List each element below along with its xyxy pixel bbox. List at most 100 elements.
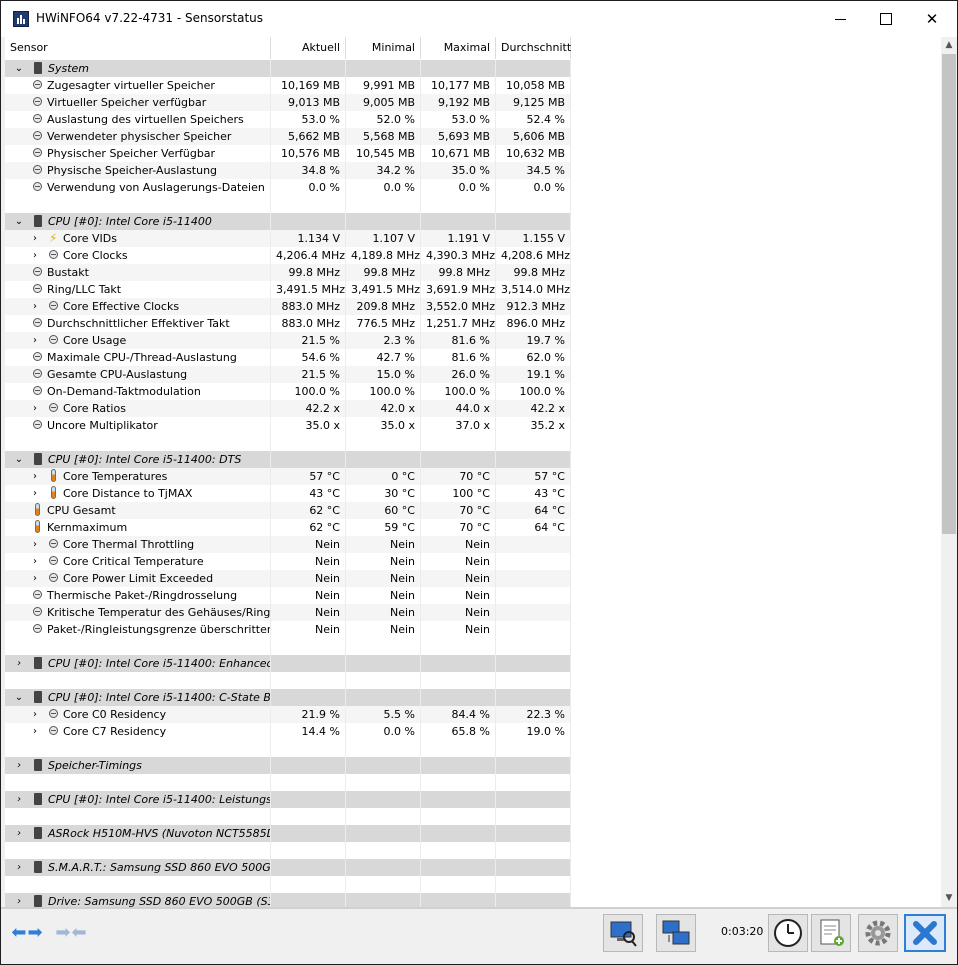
sensor-group-row[interactable]: › CPU [#0]: Intel Core i5-11400: Leistung… [5,791,941,808]
column-header-average[interactable]: Durchschnitt [496,37,571,59]
nav-collapse-button[interactable]: ➡ ⬅ [51,914,91,952]
chevron-right-icon[interactable]: › [29,299,41,314]
sensor-row[interactable]: Thermische Paket-/Ringdrosselung Nein Nein… [5,587,941,604]
sensor-row[interactable]: › Core Usage 21.5 % 2.3 % 81.6 % 19.7 % [5,332,941,349]
sensor-row[interactable]: Verwendung von Auslagerungs-Dateien 0.0 %… [5,179,941,196]
sensor-row[interactable]: › Core Temperatures 57 °C 0 °C 70 °C 57 °C [5,468,941,485]
chevron-right-icon[interactable]: › [13,860,25,875]
vertical-scrollbar[interactable]: ▲ ▼ [941,37,957,907]
chevron-right-icon[interactable]: › [29,554,41,569]
add-report-button[interactable] [811,914,851,952]
chevron-right-icon[interactable]: › [29,333,41,348]
sensor-row[interactable]: › Core Effective Clocks 883.0 MHz 209.8 MHz… [5,298,941,315]
sensor-row[interactable]: Physischer Speicher Verfügbar 10,576 MB 10… [5,145,941,162]
nav-expand-button[interactable]: ⬅ ➡ [7,914,47,952]
sensor-row[interactable]: › Core C7 Residency 14.4 % 0.0 % 65.8 % 19.0 … [5,723,941,740]
sensor-row[interactable]: Paket-/Ringleistungsgrenze überschritten… [5,621,941,638]
value-average: 35.2 x [496,417,571,434]
close-sensors-button[interactable] [904,914,946,952]
sensor-row[interactable]: Gesamte CPU-Auslastung 21.5 % 15.0 % 26.0 %… [5,366,941,383]
scrollbar-thumb[interactable] [942,54,956,534]
hwinfo-app-icon[interactable] [13,11,29,27]
sensor-group-row[interactable]: › ASRock H510M-HVS (Nuvoton NCT5585D) [5,825,941,842]
sensor-row[interactable]: › Core Power Limit Exceeded Nein Nein Nein [5,570,941,587]
chevron-right-icon[interactable]: › [29,707,41,722]
sensor-row[interactable]: Kritische Temperatur des Gehäuses/Rings N… [5,604,941,621]
chevron-right-icon[interactable]: › [13,826,25,841]
scroll-down-arrow-icon[interactable]: ▼ [941,890,957,907]
sensor-row[interactable]: Durchschnittlicher Effektiver Takt 883.0 … [5,315,941,332]
sensor-group-row[interactable]: ⌄ CPU [#0]: Intel Core i5-11400 [5,213,941,230]
network-share-button[interactable] [656,914,696,952]
minimize-button[interactable] [817,1,863,37]
sensor-name-cell: Durchschnittlicher Effektiver Takt [5,315,271,332]
sensor-group-row[interactable]: › S.M.A.R.T.: Samsung SSD 860 EVO 500GB .… [5,859,941,876]
sensor-group-row[interactable]: ⌄ CPU [#0]: Intel Core i5-11400: C-State … [5,689,941,706]
value-minimum: Nein [346,587,421,604]
sensor-row[interactable]: Zugesagter virtueller Speicher 10,169 MB 9… [5,77,941,94]
sensor-row[interactable]: Kernmaximum 62 °C 59 °C 70 °C 64 °C [5,519,941,536]
value-minimum [346,791,421,808]
chevron-right-icon[interactable]: › [29,469,41,484]
chip-icon [34,827,42,839]
value-average: 52.4 % [496,111,571,128]
sensor-list[interactable]: Sensor Aktuell Minimal Maximal Durchschn… [5,37,941,907]
sensor-group-row[interactable]: ⌄ CPU [#0]: Intel Core i5-11400: DTS [5,451,941,468]
sensor-group-row[interactable]: › Speicher-Timings [5,757,941,774]
value-maximum [421,740,496,757]
chevron-right-icon[interactable]: › [29,537,41,552]
sensor-row[interactable]: Ring/LLC Takt 3,491.5 MHz 3,491.5 MHz 3,691… [5,281,941,298]
value-maximum: 70 °C [421,519,496,536]
chevron-right-icon[interactable]: › [29,401,41,416]
sensor-icon [33,80,42,89]
close-button[interactable]: ✕ [909,1,955,37]
value-average: 19.0 % [496,723,571,740]
sensor-row[interactable]: › Core Distance to TjMAX 43 °C 30 °C 100 °C 4… [5,485,941,502]
sensor-row[interactable]: Physische Speicher-Auslastung 34.8 % 34.2 … [5,162,941,179]
chevron-right-icon[interactable]: › [13,656,25,671]
sensor-row[interactable]: On-Demand-Taktmodulation 100.0 % 100.0 % 10… [5,383,941,400]
sensor-group-row[interactable]: ⌄ System [5,60,941,77]
value-maximum [421,655,496,672]
sensor-row[interactable]: › Core C0 Residency 21.9 % 5.5 % 84.4 % 22.3 … [5,706,941,723]
value-current: 21.5 % [271,332,346,349]
maximize-button[interactable] [863,1,909,37]
sensor-row[interactable]: Virtueller Speicher verfügbar 9,013 MB 9,0… [5,94,941,111]
sensor-row[interactable]: Bustakt 99.8 MHz 99.8 MHz 99.8 MHz 99.8 MHz [5,264,941,281]
sensor-row[interactable]: Maximale CPU-/Thread-Auslastung 54.6 % 42.… [5,349,941,366]
chevron-right-icon[interactable]: › [29,724,41,739]
column-header-maximum[interactable]: Maximal [421,37,496,59]
column-header-minimum[interactable]: Minimal [346,37,421,59]
chevron-right-icon[interactable]: › [13,792,25,807]
chevron-right-icon[interactable]: › [29,486,41,501]
sensor-row[interactable]: Auslastung des virtuellen Speichers 53.0 … [5,111,941,128]
sensor-name-cell: ⌄ CPU [#0]: Intel Core i5-11400 [5,213,271,230]
chevron-down-icon[interactable]: ⌄ [13,452,25,467]
sensor-row[interactable]: Verwendeter physischer Speicher 5,662 MB 5… [5,128,941,145]
sensor-row[interactable]: Uncore Multiplikator 35.0 x 35.0 x 37.0 x 35… [5,417,941,434]
column-header-sensor[interactable]: Sensor [5,37,271,59]
sensor-label: Verwendeter physischer Speicher [47,130,232,143]
scroll-up-arrow-icon[interactable]: ▲ [941,37,957,54]
chevron-right-icon[interactable]: › [29,571,41,586]
sensor-group-row[interactable]: › CPU [#0]: Intel Core i5-11400: Enhanced [5,655,941,672]
sensor-row[interactable]: › Core Critical Temperature Nein Nein Nein [5,553,941,570]
clock-reset-button[interactable] [768,914,808,952]
sensor-group-row[interactable]: › Drive: Samsung SSD 860 EVO 500GB (S3Z2.… [5,893,941,907]
chevron-right-icon[interactable]: › [29,248,41,263]
chevron-right-icon[interactable]: › [13,894,25,907]
chevron-right-icon[interactable]: › [13,758,25,773]
sensor-row[interactable]: › ⚡ Core VIDs 1.134 V 1.107 V 1.191 V 1.155 V [5,230,941,247]
chevron-down-icon[interactable]: ⌄ [13,214,25,229]
sensor-row[interactable]: CPU Gesamt 62 °C 60 °C 70 °C 64 °C [5,502,941,519]
chevron-down-icon[interactable]: ⌄ [13,61,25,76]
chevron-right-icon[interactable]: › [29,231,41,246]
column-header-current[interactable]: Aktuell [271,37,346,59]
chevron-down-icon[interactable]: ⌄ [13,690,25,705]
value-maximum: 37.0 x [421,417,496,434]
network-monitor-button[interactable] [603,914,643,952]
settings-button[interactable] [858,914,898,952]
sensor-row[interactable]: › Core Ratios 42.2 x 42.0 x 44.0 x 42.2 x [5,400,941,417]
sensor-row[interactable]: › Core Thermal Throttling Nein Nein Nein [5,536,941,553]
sensor-row[interactable]: › Core Clocks 4,206.4 MHz 4,189.8 MHz 4,390.… [5,247,941,264]
